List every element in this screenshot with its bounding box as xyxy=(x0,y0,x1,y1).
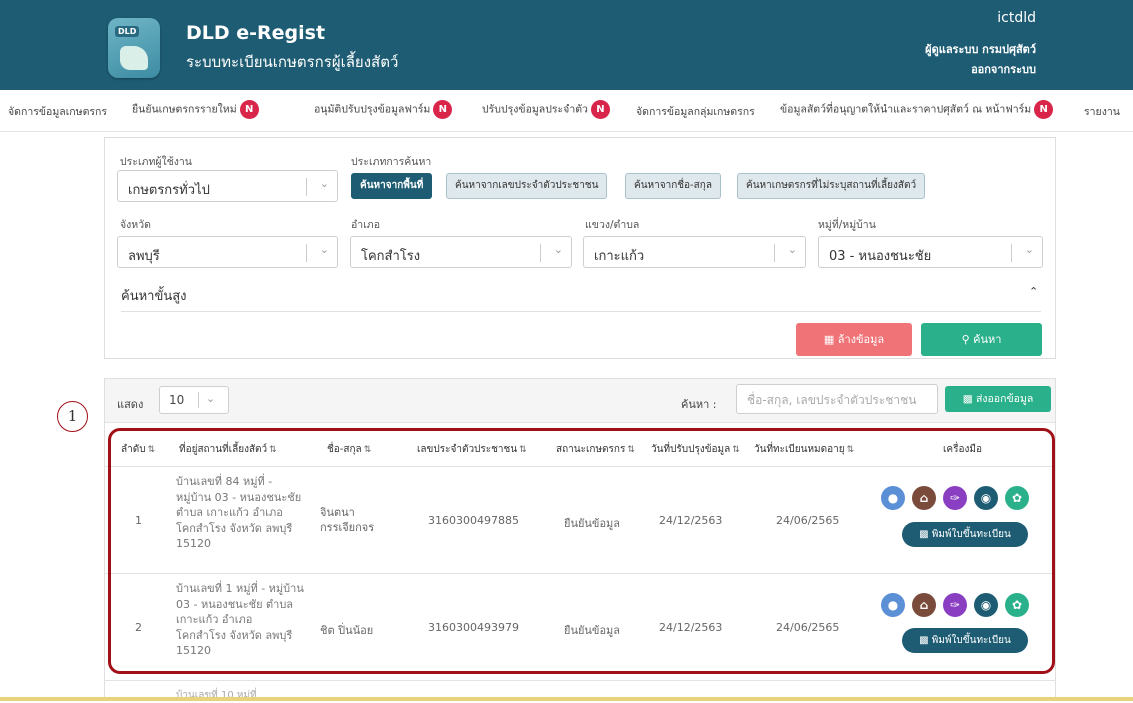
tab-search-no-location[interactable]: ค้นหาเกษตรกรที่ไม่ระบุสถานที่เลี้ยงสัตว์ xyxy=(737,173,926,199)
new-badge: N xyxy=(590,100,610,119)
village-select[interactable]: 03 - หนองชนะชัย ⌄ xyxy=(818,236,1043,268)
footer-strip xyxy=(0,697,1133,701)
chevron-up-icon[interactable]: ⌃ xyxy=(1029,285,1038,298)
page-size-label: แสดง xyxy=(117,398,144,411)
district-select[interactable]: โคกสำโรง ⌄ xyxy=(350,236,572,268)
search-icon: ⚲ xyxy=(961,333,970,346)
nav-item-reports[interactable]: รายงาน xyxy=(1084,103,1120,120)
province-select[interactable]: ลพบุรี ⌄ xyxy=(117,236,338,268)
nav-item-confirm-new-farmers[interactable]: ยืนยันเกษตรกรรายใหม่ N xyxy=(132,100,259,119)
village-label: หมู่ที่/หมู่บ้าน xyxy=(818,219,876,231)
nav-item-animal-prices[interactable]: ข้อมูลสัตว์ที่อนุญาตให้นำและราคาปศุสัตว์… xyxy=(780,100,1054,119)
tab-search-by-area[interactable]: ค้นหาจากพื้นที่ xyxy=(351,173,433,199)
app-subtitle: ระบบทะเบียนเกษตรกรผู้เลี้ยงสัตว์ xyxy=(186,53,399,71)
nav-item-manage-farmers[interactable]: จัดการข้อมูลเกษตรกร xyxy=(8,103,107,120)
app-header: DLD DLD e-Regist ระบบทะเบียนเกษตรกรผู้เล… xyxy=(0,0,1133,90)
nav-item-farmer-groups[interactable]: จัดการข้อมูลกลุ่มเกษตรกร xyxy=(636,103,755,120)
subdistrict-label: แขวง/ตำบล xyxy=(585,219,640,231)
user-type-select[interactable]: เกษตรกรทั่วไป ⌄ xyxy=(117,170,338,202)
user-name[interactable]: ictdld xyxy=(997,10,1036,26)
main-nav: จัดการข้อมูลเกษตรกร ยืนยันเกษตรกรรายใหม่… xyxy=(0,90,1133,132)
chevron-down-icon: ⌄ xyxy=(553,243,563,256)
divider xyxy=(121,311,1041,312)
nav-item-approve-farm-update[interactable]: อนุมัติปรับปรุงข้อมูลฟาร์ม N xyxy=(314,100,453,119)
user-role: ผู้ดูแลระบบ กรมปศุสัตว์ xyxy=(925,43,1036,56)
search-type-label: ประเภทการค้นหา xyxy=(351,156,432,168)
export-button[interactable]: ▩ ส่งออกข้อมูล xyxy=(945,386,1051,412)
dld-logo: DLD xyxy=(108,18,160,78)
clear-button[interactable]: ▦ ล้างข้อมูล xyxy=(796,323,912,356)
district-label: อำเภอ xyxy=(351,219,381,231)
table-search-input[interactable]: ชื่อ-สกุล, เลขประจำตัวประชาชน xyxy=(736,384,938,414)
new-badge: N xyxy=(239,100,259,119)
user-type-label: ประเภทผู้ใช้งาน xyxy=(120,156,192,168)
advanced-search-toggle[interactable]: ค้นหาขั้นสูง xyxy=(121,285,187,306)
new-badge: N xyxy=(1034,100,1054,119)
chevron-down-icon: ⌄ xyxy=(319,177,329,190)
chevron-down-icon: ⌄ xyxy=(206,392,216,405)
tab-search-by-name[interactable]: ค้นหาจากชื่อ-สกุล xyxy=(625,173,721,199)
province-label: จังหวัด xyxy=(120,219,151,231)
file-icon: ▩ xyxy=(962,393,973,405)
nav-item-update-profile[interactable]: ปรับปรุงข้อมูลประจำตัว N xyxy=(482,100,610,119)
page-size-select[interactable]: 10 ⌄ xyxy=(159,386,229,414)
subdistrict-select[interactable]: เกาะแก้ว ⌄ xyxy=(583,236,806,268)
table-toolbar: แสดง 10 ⌄ ค้นหา : ชื่อ-สกุล, เลขประจำตัวป… xyxy=(105,379,1055,423)
app-title: DLD e-Regist xyxy=(186,22,326,44)
chevron-down-icon: ⌄ xyxy=(319,243,329,256)
chevron-down-icon: ⌄ xyxy=(787,243,797,256)
table-search-label: ค้นหา : xyxy=(681,398,717,411)
eraser-icon: ▦ xyxy=(823,333,835,346)
annotation-highlight-box xyxy=(108,428,1055,674)
search-button[interactable]: ⚲ ค้นหา xyxy=(921,323,1042,356)
chevron-down-icon: ⌄ xyxy=(1024,243,1034,256)
new-badge: N xyxy=(433,100,453,119)
divider xyxy=(104,680,1056,681)
logo-text: DLD xyxy=(115,26,140,37)
logout-link[interactable]: ออกจากระบบ xyxy=(971,60,1036,78)
tab-search-by-citizen-id[interactable]: ค้นหาจากเลขประจำตัวประชาชน xyxy=(446,173,608,199)
annotation-marker: 1 xyxy=(57,401,88,432)
